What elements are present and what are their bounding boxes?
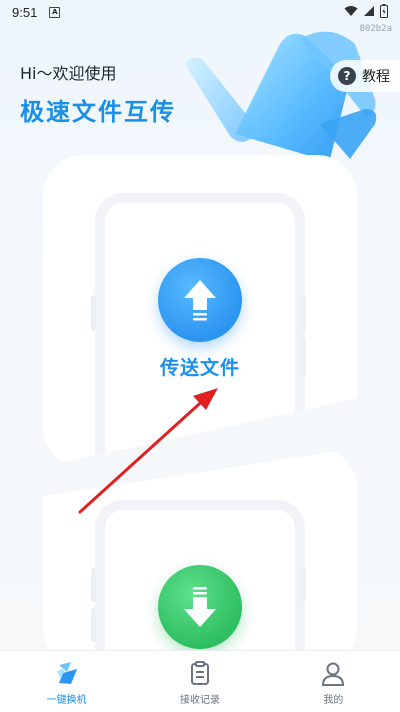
nav-item-me[interactable]: 我的 xyxy=(267,651,400,712)
status-icons xyxy=(344,4,388,18)
tutorial-label: 教程 xyxy=(362,69,390,85)
download-arrow-icon xyxy=(184,587,216,627)
phone-side-button xyxy=(91,608,96,642)
nav-label: 接收记录 xyxy=(179,695,220,706)
greeting-text: Hi～欢迎使用 xyxy=(20,64,117,83)
send-file-label[interactable]: 传送文件 xyxy=(0,353,400,380)
wifi-icon xyxy=(344,6,358,16)
decorative-shape-icon xyxy=(185,31,377,162)
signal-icon xyxy=(364,6,374,16)
phone-side-button xyxy=(91,295,96,331)
status-bar: 9:51 A xyxy=(0,0,400,24)
phone-side-button xyxy=(301,568,306,602)
upload-arrow-icon xyxy=(184,280,216,321)
send-file-button[interactable] xyxy=(158,258,242,342)
nav-label: 一键换机 xyxy=(46,695,87,706)
tutorial-button[interactable]: ? 教程 xyxy=(330,60,400,92)
bottom-nav: 一键换机 接收记录 我的 xyxy=(0,650,400,712)
phone-outline-decoration xyxy=(95,193,305,467)
nav-item-records[interactable]: 接收记录 xyxy=(133,651,266,712)
clipboard-icon xyxy=(190,661,209,685)
nav-item-swap[interactable]: 一键换机 xyxy=(0,651,133,712)
nav-label: 我的 xyxy=(323,695,344,706)
phone-side-button xyxy=(301,295,306,331)
person-icon xyxy=(322,662,345,686)
status-time: 9:51 xyxy=(12,4,38,20)
phone-side-button xyxy=(91,568,96,602)
notification-icon: A xyxy=(49,6,61,18)
help-icon: ? xyxy=(338,67,356,85)
battery-icon xyxy=(380,4,388,18)
receive-file-button[interactable] xyxy=(158,565,242,649)
swap-phone-icon xyxy=(56,662,77,684)
page-title: 极速文件互传 xyxy=(20,98,176,126)
